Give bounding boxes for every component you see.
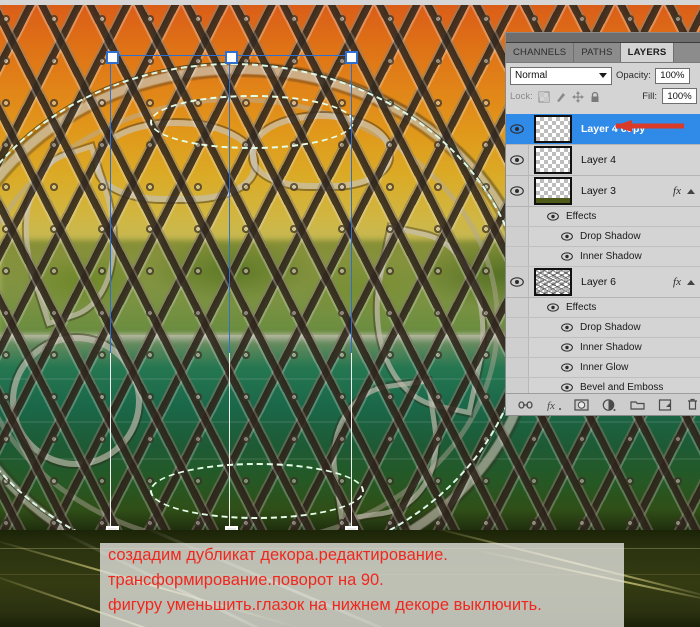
expand-triangle-icon[interactable] xyxy=(687,189,695,194)
eye-visibility-icon[interactable] xyxy=(529,303,561,312)
effect-name: Inner Shadow xyxy=(580,251,642,262)
eye-visibility-icon[interactable] xyxy=(529,363,575,372)
layer-style-fx-icon[interactable]: fx xyxy=(673,185,681,197)
layer-name[interactable]: Layer 6 xyxy=(581,276,616,288)
fill-input[interactable]: 100% xyxy=(662,88,697,104)
layer-name[interactable]: Layer 4 xyxy=(581,154,616,166)
eye-visibility-icon[interactable] xyxy=(529,212,561,221)
layer-name[interactable]: Layer 3 xyxy=(581,185,616,197)
effects-group-row[interactable]: Effects xyxy=(506,298,700,318)
layer-thumbnail[interactable] xyxy=(534,268,572,296)
effect-row-inner-shadow[interactable]: Inner Shadow xyxy=(506,247,700,267)
effect-name: Inner Shadow xyxy=(580,342,642,353)
all-lock-padlock-icon[interactable] xyxy=(589,90,601,102)
move-lock-icon[interactable] xyxy=(571,90,584,103)
instruction-caption-box: создадим дубликат декора.редактирование.… xyxy=(100,543,624,627)
effects-group-row[interactable]: Effects xyxy=(506,207,700,227)
lock-label: Lock: xyxy=(510,90,533,102)
panel-drag-bar[interactable] xyxy=(506,33,700,43)
transparency-lock-icon[interactable] xyxy=(538,90,550,103)
svg-text:fx: fx xyxy=(547,400,555,411)
layer-thumbnail[interactable] xyxy=(534,146,572,174)
layer-row-layer-6[interactable]: Layer 6 fx xyxy=(506,267,700,298)
opacity-input[interactable]: 100% xyxy=(654,67,690,84)
eye-visibility-icon[interactable] xyxy=(506,267,529,297)
new-adjustment-layer-icon[interactable] xyxy=(601,397,617,413)
panel-tab-strip[interactable]: CHANNELS PATHS LAYERS xyxy=(506,43,700,63)
add-layer-mask-icon[interactable] xyxy=(574,397,590,413)
tab-paths[interactable]: PATHS xyxy=(574,43,621,62)
layer-thumbnail[interactable] xyxy=(534,115,572,143)
tab-channels[interactable]: CHANNELS xyxy=(506,43,575,62)
blend-mode-select[interactable]: Normal xyxy=(510,66,612,85)
delete-layer-trash-icon[interactable] xyxy=(685,397,700,413)
effect-row-inner-glow[interactable]: Inner Glow xyxy=(506,358,700,378)
caption-line-2: трансформирование.поворот на 90. xyxy=(108,571,384,589)
free-transform-box-lower[interactable] xyxy=(110,353,352,536)
brush-lock-icon[interactable] xyxy=(555,90,567,102)
transform-handle-top-center[interactable] xyxy=(225,51,238,64)
lock-row[interactable]: Lock: Fill: 100% xyxy=(506,86,700,106)
layers-list[interactable]: Layer 4 copy Layer 4 Layer 3 fx Effects … xyxy=(506,114,700,394)
eye-visibility-icon[interactable] xyxy=(506,145,529,175)
opacity-label: Opacity: xyxy=(616,70,651,81)
tab-layers[interactable]: LAYERS xyxy=(620,43,675,62)
transform-handle-top-left[interactable] xyxy=(106,51,119,64)
photoshop-screenshot: создадим дубликат декора.редактирование.… xyxy=(0,0,700,627)
link-layers-icon[interactable] xyxy=(518,397,534,413)
effect-name: Bevel and Emboss xyxy=(580,382,664,393)
effect-name: Inner Glow xyxy=(580,362,629,373)
fill-label: Fill: xyxy=(642,90,657,102)
chevron-down-icon[interactable] xyxy=(599,72,607,78)
caption-line-1: создадим дубликат декора.редактирование. xyxy=(108,546,448,564)
effects-label: Effects xyxy=(566,302,597,313)
eye-visibility-icon[interactable] xyxy=(529,343,575,352)
layers-panel[interactable]: CHANNELS PATHS LAYERS Normal Opacity: 10… xyxy=(505,32,700,416)
panel-footer-toolbar[interactable]: fx xyxy=(506,393,700,415)
eye-visibility-icon[interactable] xyxy=(529,323,575,332)
eye-visibility-icon[interactable] xyxy=(506,114,529,144)
effect-name: Drop Shadow xyxy=(580,322,641,333)
blend-mode-value: Normal xyxy=(515,70,548,81)
transform-handle-top-right[interactable] xyxy=(345,51,358,64)
eye-visibility-icon[interactable] xyxy=(529,252,575,261)
red-pointer-arrow xyxy=(614,120,684,132)
effect-row-bevel-emboss[interactable]: Bevel and Emboss xyxy=(506,378,700,394)
effect-name: Drop Shadow xyxy=(580,231,641,242)
expand-triangle-icon[interactable] xyxy=(687,280,695,285)
caption-line-3: фигуру уменьшить.глазок на нижнем декоре… xyxy=(108,596,542,614)
layer-row-layer-4[interactable]: Layer 4 xyxy=(506,145,700,176)
blend-mode-row[interactable]: Normal Opacity: 100% xyxy=(506,63,700,86)
tab-strip-filler xyxy=(674,43,700,62)
new-group-folder-icon[interactable] xyxy=(629,397,645,413)
effects-label: Effects xyxy=(566,211,597,222)
effect-row-drop-shadow[interactable]: Drop Shadow xyxy=(506,227,700,247)
eye-visibility-icon[interactable] xyxy=(529,232,575,241)
new-layer-icon[interactable] xyxy=(657,397,673,413)
effect-row-drop-shadow-2[interactable]: Drop Shadow xyxy=(506,318,700,338)
eye-visibility-icon[interactable] xyxy=(529,383,575,392)
transform-center-vline-lower xyxy=(229,353,230,535)
effect-row-inner-shadow-2[interactable]: Inner Shadow xyxy=(506,338,700,358)
layer-style-fx-icon[interactable]: fx xyxy=(673,276,681,288)
eye-visibility-icon[interactable] xyxy=(506,176,529,206)
layer-thumbnail[interactable] xyxy=(534,177,572,205)
layer-row-layer-3[interactable]: Layer 3 fx xyxy=(506,176,700,207)
add-layer-style-fx-icon[interactable]: fx xyxy=(546,397,562,413)
